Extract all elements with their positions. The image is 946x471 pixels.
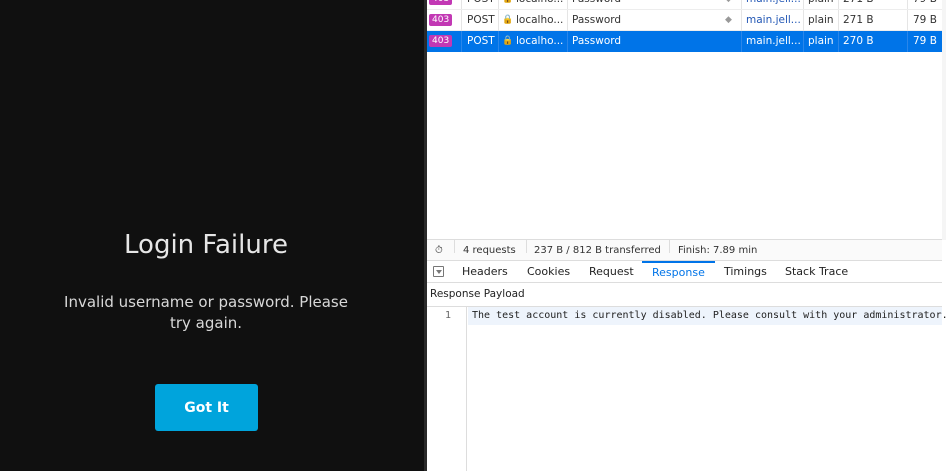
type-cell: plain [808, 14, 834, 26]
table-row[interactable]: 403 POST 🔒 localho... Password ◆ main.je… [427, 10, 942, 31]
file-cell: Password [572, 14, 622, 26]
domain-cell: localho... [516, 14, 564, 26]
dialog-message: Invalid username or password. Please try… [64, 293, 348, 332]
toggle-sidebar-icon[interactable] [433, 266, 444, 277]
lock-icon: 🔒 [502, 0, 512, 9]
response-payload-label: Response Payload [430, 288, 525, 300]
type-cell: plain [808, 35, 834, 47]
tab-timings[interactable]: Timings [724, 261, 767, 282]
tab-headers[interactable]: Headers [462, 261, 508, 282]
request-list-empty-area [427, 53, 942, 239]
method-cell: POST [467, 35, 495, 47]
domain-cell: localho... [516, 35, 564, 47]
initiator-link[interactable]: main.jell... [746, 0, 800, 9]
transferred-summary: 237 B / 812 B transferred [534, 245, 661, 256]
line-gutter: 1 [427, 307, 467, 471]
tab-response[interactable]: Response [642, 261, 715, 282]
method-cell: POST [467, 14, 495, 26]
initiator-link[interactable]: main.jell... [746, 31, 800, 52]
table-row-selected[interactable]: 403 POST 🔒 localho... Password main.jell… [427, 31, 942, 52]
devtools-panel: 403 POST 🔒 localho... Password ◆ main.je… [427, 0, 946, 471]
status-badge: 403 [429, 0, 453, 5]
tab-stack-trace[interactable]: Stack Trace [785, 261, 848, 282]
stopwatch-icon: ⏱ [435, 245, 443, 256]
app-viewport: Login Failure Invalid username or passwo… [0, 0, 424, 471]
file-cell: Password [572, 0, 722, 9]
tab-request[interactable]: Request [589, 261, 634, 282]
lock-icon: 🔒 [502, 36, 512, 46]
request-list-scrollbar[interactable] [942, 0, 946, 240]
domain-cell: localho... [516, 0, 564, 9]
status-cell: 403 [429, 0, 455, 9]
method-cell: POST [467, 0, 497, 9]
status-cell: 403 [429, 31, 455, 52]
table-row[interactable]: 403 POST 🔒 localho... Password ◆ main.je… [427, 0, 942, 10]
line-number: 1 [445, 310, 452, 321]
details-tabs: Headers Cookies Request Response Timings… [427, 261, 942, 283]
file-cell: Password [572, 35, 622, 47]
dialog-title: Login Failure [124, 230, 288, 260]
initiator-link[interactable]: main.jell... [746, 10, 800, 31]
got-it-button[interactable]: Got It [155, 384, 258, 431]
response-text: The test account is currently disabled. … [472, 310, 946, 321]
lock-icon: 🔒 [502, 15, 512, 25]
transferred-cell: 271 B [843, 0, 883, 9]
request-count: 4 requests [463, 245, 516, 256]
transferred-cell: 271 B [843, 14, 874, 26]
size-cell: 79 B [913, 14, 937, 26]
network-status-bar: ⏱ 4 requests 237 B / 812 B transferred F… [427, 239, 942, 261]
type-cell: plain [808, 0, 838, 9]
status-cell: 403 [429, 10, 455, 31]
size-cell: 79 B [913, 35, 937, 47]
status-badge: 403 [429, 14, 453, 26]
turtle-icon: ◆ [725, 15, 732, 25]
response-editor[interactable]: 1 The test account is currently disabled… [427, 306, 946, 471]
code-line[interactable]: The test account is currently disabled. … [468, 307, 946, 325]
status-badge: 403 [429, 35, 453, 47]
size-cell: 79 B [913, 0, 941, 9]
turtle-icon: ◆ [725, 0, 739, 9]
tab-cookies[interactable]: Cookies [527, 261, 570, 282]
network-request-table: 403 POST 🔒 localho... Password ◆ main.je… [427, 0, 942, 52]
finish-time: Finish: 7.89 min [678, 245, 758, 256]
transferred-cell: 270 B [843, 35, 874, 47]
